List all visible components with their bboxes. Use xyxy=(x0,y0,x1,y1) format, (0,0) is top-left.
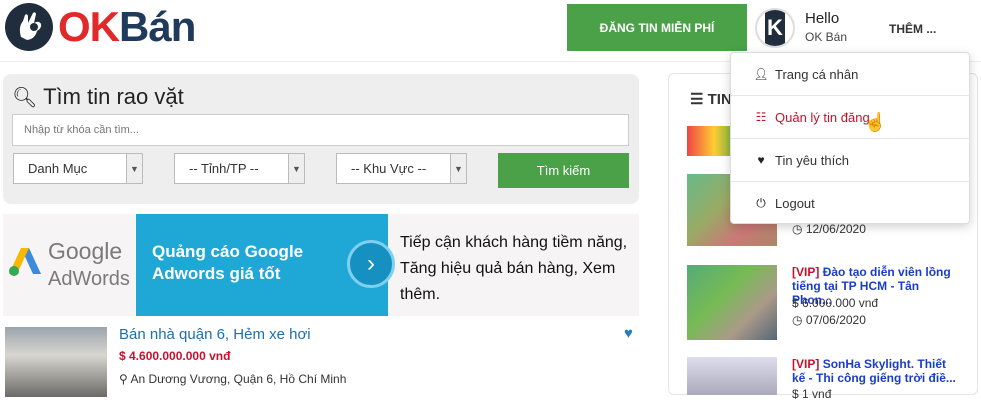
menu-item-manage-posts[interactable]: ☷ Quản lý tin đăng xyxy=(731,96,971,139)
menu-item-favorites[interactable]: ♥ Tin yêu thích xyxy=(731,139,971,182)
user-dropdown-menu: 👤︎ Trang cá nhân ☷ Quản lý tin đăng ♥ Ti… xyxy=(730,52,971,225)
listing-thumbnail[interactable] xyxy=(5,327,107,397)
menu-item-label: Quản lý tin đăng xyxy=(775,109,870,125)
news-price: $ 1 vnđ xyxy=(792,387,831,401)
province-select[interactable]: -- Tỉnh/TP -- ▼ xyxy=(174,153,305,184)
search-title: 🔍︎ Tìm tin rao vặt xyxy=(12,84,184,110)
menu-item-label: Logout xyxy=(775,196,815,211)
province-value: -- Tỉnh/TP -- xyxy=(189,161,259,176)
favorite-heart-icon[interactable]: ♥ xyxy=(624,325,633,342)
listing-title[interactable]: Bán nhà quận 6, Hẻm xe hơi xyxy=(119,326,311,343)
chevron-down-icon: ▼ xyxy=(126,154,142,183)
news-title[interactable]: [VIP] SonHa Skylight. Thiết kế - Thi côn… xyxy=(792,357,962,385)
category-select[interactable]: Danh Mục ▼ xyxy=(13,153,143,184)
listing-location-text: An Dương Vương, Quận 6, Hồ Chí Minh xyxy=(130,372,347,386)
listing-price: $ 4.600.000.000 vnđ xyxy=(119,349,231,363)
chevron-down-icon: ▼ xyxy=(288,154,304,183)
list-icon: ☷ xyxy=(755,110,767,124)
area-select[interactable]: -- Khu Vực -- ▼ xyxy=(336,153,467,184)
vip-badge: [VIP] xyxy=(792,357,820,371)
listing-location: ⚲ An Dương Vương, Quận 6, Hồ Chí Minh xyxy=(119,372,346,386)
user-icon: 👤︎ xyxy=(753,67,769,81)
search-title-text: Tìm tin rao vặt xyxy=(43,84,184,109)
google-text: Google xyxy=(48,238,123,264)
dollar-icon: $ xyxy=(792,387,799,401)
menu-item-label: Trang cá nhân xyxy=(775,66,859,82)
banner-copy: Tiếp cận khách hàng tiềm năng, Tăng hiệu… xyxy=(400,234,628,303)
chevron-right-icon[interactable]: › xyxy=(347,240,395,288)
search-icon: 🔍︎ xyxy=(12,87,38,109)
logo-text[interactable]: OKBán xyxy=(58,2,196,52)
banner-headline: Quảng cáo Google Adwords giá tốt xyxy=(152,242,304,283)
dollar-icon: $ xyxy=(792,296,799,310)
area-value: -- Khu Vực -- xyxy=(351,161,427,176)
menu-item-label: Tin yêu thích xyxy=(775,152,849,168)
logo-ban: Bán xyxy=(119,3,196,50)
right-heading: ☰ TIN xyxy=(690,90,732,108)
more-menu-button[interactable]: THÊM ... xyxy=(889,22,936,36)
user-name: OK Bán xyxy=(805,30,848,44)
category-value: Danh Mục xyxy=(28,161,88,176)
logo-ok: OK xyxy=(58,3,120,50)
heart-icon: ♥ xyxy=(757,153,765,167)
avatar-letter: K xyxy=(765,10,785,46)
right-heading-text: TIN xyxy=(707,91,732,108)
avatar[interactable]: K xyxy=(755,8,795,48)
search-input[interactable] xyxy=(12,114,629,146)
news-thumbnail[interactable] xyxy=(687,265,777,340)
clock-icon: ◷ xyxy=(792,313,803,327)
adwords-text: AdWords xyxy=(48,268,130,290)
search-button[interactable]: Tìm kiếm xyxy=(498,153,629,188)
bars-icon: ☰ xyxy=(690,91,704,108)
chevron-down-icon: ▼ xyxy=(450,154,466,183)
news-price-text: 1 vnđ xyxy=(802,387,832,401)
hello-text: Hello xyxy=(805,10,840,27)
vip-badge: [VIP] xyxy=(792,265,820,279)
map-marker-icon: ⚲ xyxy=(119,372,128,386)
hand-cursor-icon: ☝ xyxy=(864,112,887,132)
news-date: ◷ 07/06/2020 xyxy=(792,313,866,327)
menu-item-logout[interactable]: ⏻ Logout xyxy=(731,182,971,225)
news-thumbnail[interactable] xyxy=(687,357,777,395)
news-price-text: 6.000.000 vnđ xyxy=(802,296,879,310)
adwords-logo-icon xyxy=(9,246,43,283)
logo-hand-icon[interactable] xyxy=(5,3,53,51)
news-date-text: 07/06/2020 xyxy=(805,313,866,327)
menu-item-profile[interactable]: 👤︎ Trang cá nhân xyxy=(731,53,971,96)
power-icon: ⏻ xyxy=(756,196,766,210)
post-free-button[interactable]: ĐĂNG TIN MIỄN PHÍ xyxy=(567,4,747,51)
news-price: $ 6.000.000 vnđ xyxy=(792,296,878,310)
